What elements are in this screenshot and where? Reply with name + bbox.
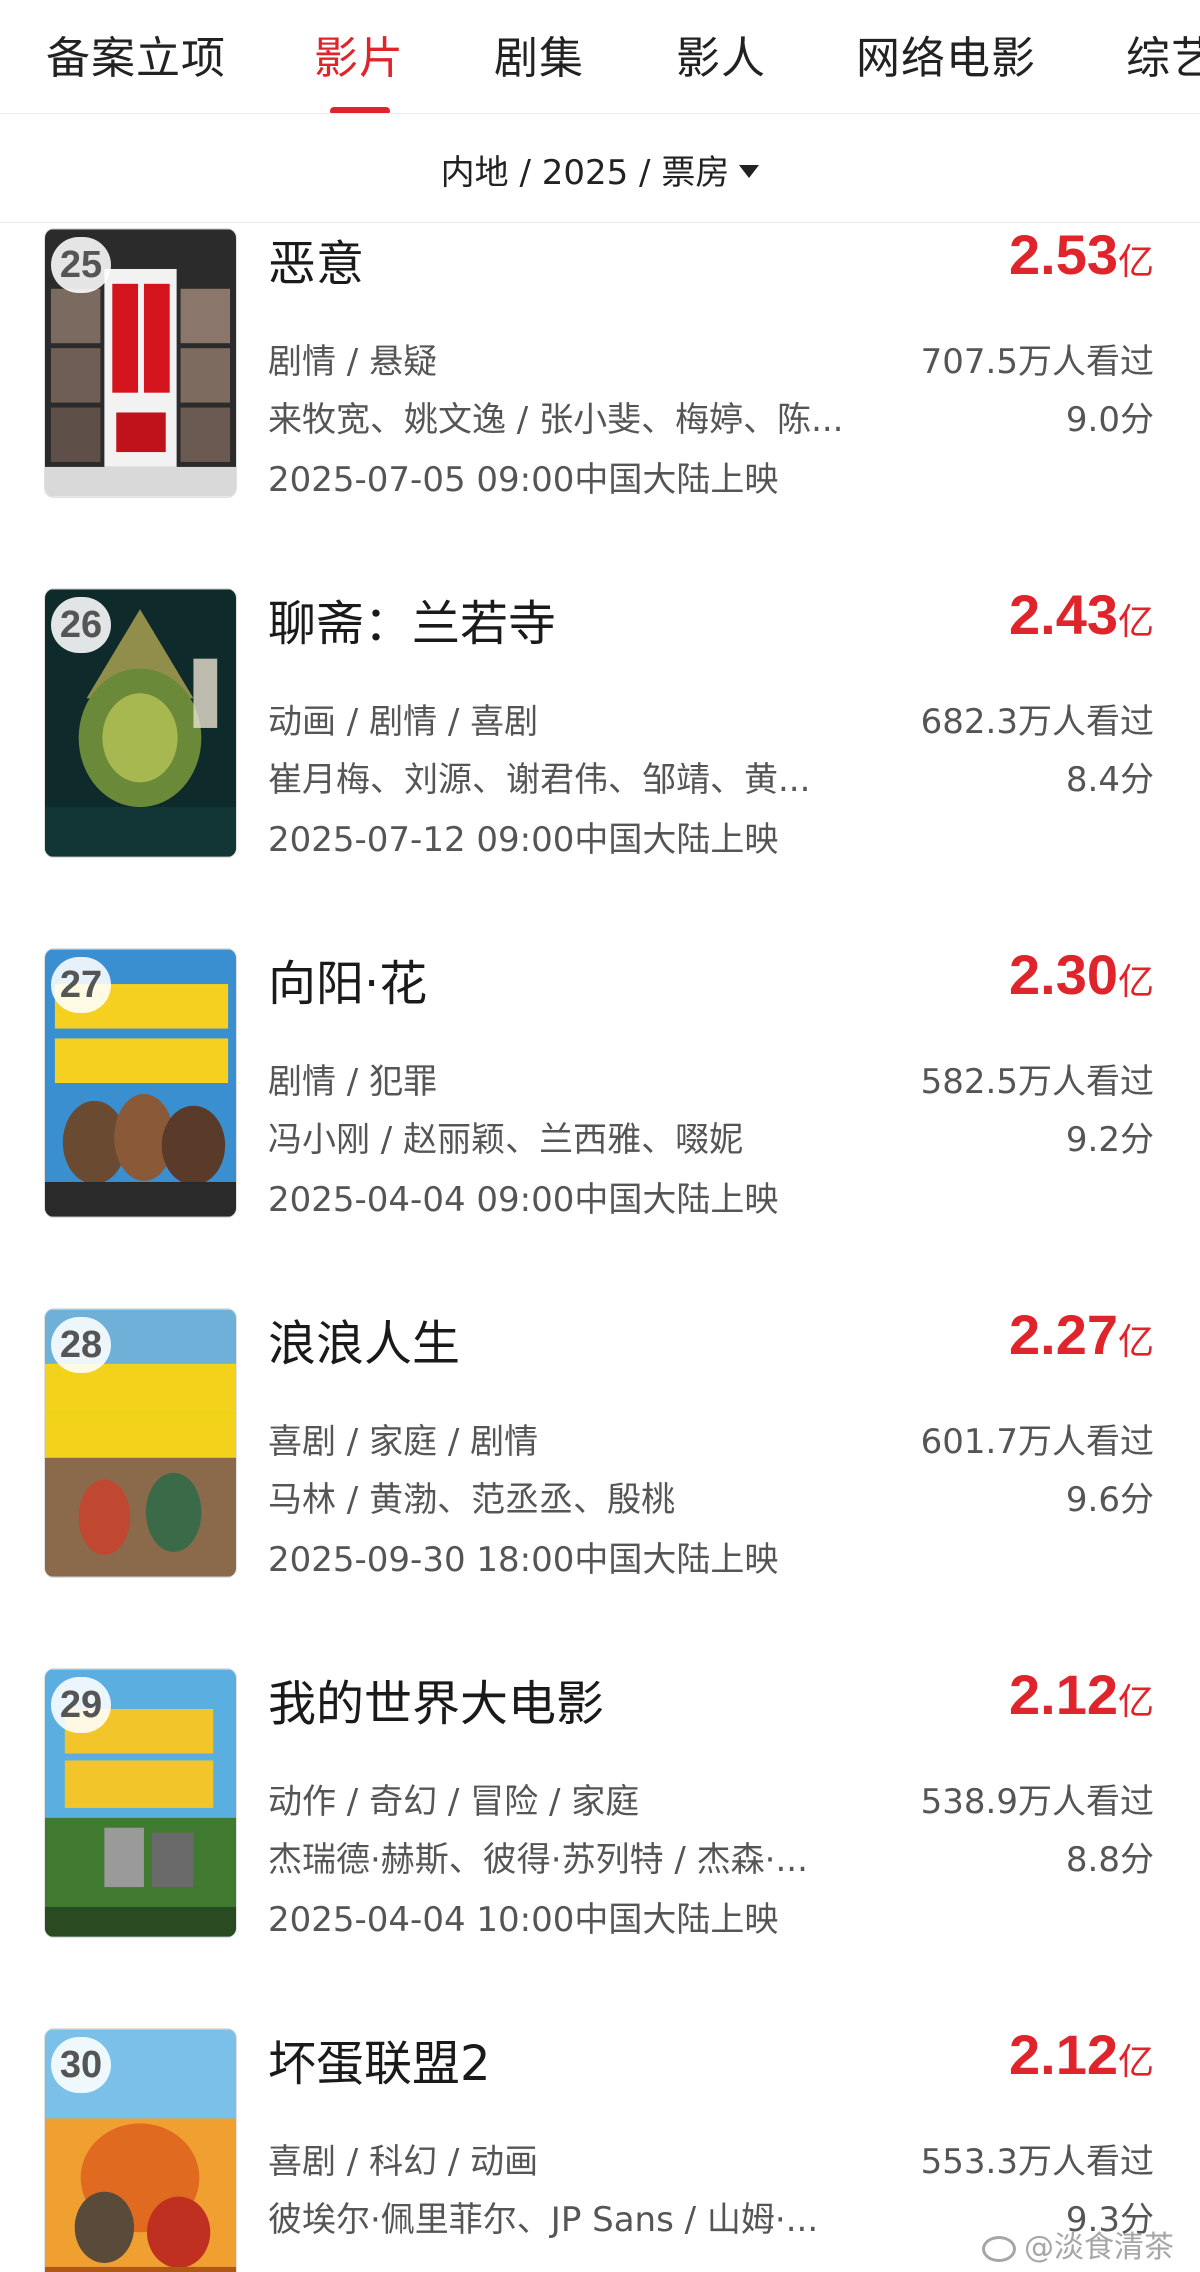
box-office-unit: 亿	[1117, 1682, 1154, 1723]
release-date: 2025-09-30 18:00中国大陆上映	[268, 1540, 779, 1580]
box-office: 2.12亿	[1009, 1662, 1154, 1727]
viewer-count: 601.7万人看过	[920, 1422, 1154, 1462]
weibo-watermark: @淡食清茶	[982, 2222, 1174, 2266]
movie-poster[interactable]: 27	[44, 948, 237, 1218]
movie-cast: 冯小刚 / 赵丽颖、兰西雅、啜妮	[268, 1120, 744, 1160]
tab-variety[interactable]: 综艺	[1126, 22, 1200, 86]
movie-poster[interactable]: 29	[44, 1668, 237, 1938]
movie-cast: 彼埃尔·佩里菲尔、JP Sans / 山姆·...	[268, 2200, 819, 2240]
tab-filing[interactable]: 备案立项	[46, 22, 226, 86]
movie-poster[interactable]: 28	[44, 1308, 237, 1578]
release-date: 2025-04-04 09:00中国大陆上映	[268, 1180, 779, 1220]
box-office-unit: 亿	[1117, 2042, 1154, 2083]
tab-people[interactable]: 影人	[676, 22, 766, 86]
box-office: 2.30亿	[1009, 942, 1154, 1007]
category-tabs: 备案立项 影片 剧集 影人 网络电影 综艺	[0, 0, 1200, 114]
movie-title[interactable]: 浪浪人生	[268, 1304, 460, 1374]
movie-poster[interactable]: 26	[44, 588, 237, 858]
rank-badge: 26	[51, 597, 111, 653]
filter-label: 内地 / 2025 / 票房	[440, 153, 730, 193]
movie-cast: 杰瑞德·赫斯、彼得·苏列特 / 杰森·...	[268, 1840, 808, 1880]
rank-badge: 29	[51, 1677, 111, 1733]
list-item[interactable]: 27 向阳·花 2.30亿 剧情 / 犯罪 582.5万人看过 冯小刚 / 赵丽…	[0, 942, 1200, 1304]
movie-score: 9.0分	[1065, 400, 1154, 440]
movie-poster[interactable]: 25	[44, 228, 237, 498]
movie-genre: 剧情 / 悬疑	[268, 342, 438, 382]
tab-films[interactable]: 影片	[314, 22, 404, 86]
viewer-count: 682.3万人看过	[920, 702, 1154, 742]
box-office-value: 2.27	[1008, 1303, 1118, 1366]
movie-genre: 喜剧 / 科幻 / 动画	[268, 2142, 539, 2182]
box-office-value: 2.12	[1008, 2023, 1118, 2086]
movie-title[interactable]: 聊斋：兰若寺	[268, 584, 556, 654]
caret-down-icon	[739, 165, 760, 178]
movie-title[interactable]: 向阳·花	[268, 944, 427, 1014]
movie-cast: 崔月梅、刘源、谢君伟、邹靖、黄...	[268, 760, 811, 800]
viewer-count: 553.3万人看过	[920, 2142, 1154, 2182]
box-office-unit: 亿	[1117, 602, 1154, 643]
rank-badge: 28	[51, 1317, 111, 1373]
movie-cast: 来牧宽、姚文逸 / 张小斐、梅婷、陈...	[268, 400, 844, 440]
rank-badge: 25	[51, 237, 111, 293]
movie-poster[interactable]: 30	[44, 2028, 237, 2272]
filter-dropdown[interactable]: 内地 / 2025 / 票房	[0, 145, 1200, 194]
weibo-icon	[982, 2235, 1016, 2262]
box-office-value: 2.30	[1008, 943, 1118, 1006]
movie-title[interactable]: 坏蛋联盟2	[268, 2024, 491, 2094]
rank-badge: 27	[51, 957, 111, 1013]
movie-score: 8.8分	[1065, 1840, 1154, 1880]
movie-genre: 喜剧 / 家庭 / 剧情	[268, 1422, 539, 1462]
release-date: 2025-07-05 09:00中国大陆上映	[268, 460, 779, 500]
list-item[interactable]: 28 浪浪人生 2.27亿 喜剧 / 家庭 / 剧情 601.7万人看过 马林 …	[0, 1302, 1200, 1664]
list-item[interactable]: 25 恶意 2.53亿 剧情 / 悬疑 707.5万人看过 来牧宽、姚文逸 / …	[0, 222, 1200, 584]
box-office-value: 2.43	[1008, 583, 1118, 646]
list-item[interactable]: 29 我的世界大电影 2.12亿 动作 / 奇幻 / 冒险 / 家庭 538.9…	[0, 1662, 1200, 2024]
box-office: 2.27亿	[1009, 1302, 1154, 1367]
viewer-count: 707.5万人看过	[920, 342, 1154, 382]
movie-genre: 动画 / 剧情 / 喜剧	[268, 702, 539, 742]
box-office-unit: 亿	[1117, 962, 1154, 1003]
movie-cast: 马林 / 黄渤、范丞丞、殷桃	[268, 1480, 676, 1520]
movie-title[interactable]: 恶意	[268, 224, 364, 294]
box-office: 2.53亿	[1009, 222, 1154, 287]
box-office: 2.43亿	[1009, 582, 1154, 647]
active-tab-indicator	[330, 107, 390, 113]
box-office-unit: 亿	[1117, 242, 1154, 283]
release-date: 2025-07-12 09:00中国大陆上映	[268, 820, 779, 860]
tab-web-films[interactable]: 网络电影	[856, 22, 1036, 86]
tab-series[interactable]: 剧集	[494, 22, 584, 86]
movie-score: 9.2分	[1065, 1120, 1154, 1160]
list-item[interactable]: 26 聊斋：兰若寺 2.43亿 动画 / 剧情 / 喜剧 682.3万人看过 崔…	[0, 582, 1200, 944]
box-office-value: 2.12	[1008, 1663, 1118, 1726]
box-office-unit: 亿	[1117, 1322, 1154, 1363]
movie-list: 25 恶意 2.53亿 剧情 / 悬疑 707.5万人看过 来牧宽、姚文逸 / …	[0, 222, 1200, 2272]
box-office: 2.12亿	[1009, 2022, 1154, 2087]
movie-title[interactable]: 我的世界大电影	[268, 1664, 604, 1734]
viewer-count: 582.5万人看过	[920, 1062, 1154, 1102]
release-date: 2025-04-04 10:00中国大陆上映	[268, 1900, 779, 1940]
box-office-value: 2.53	[1008, 223, 1118, 286]
movie-score: 8.4分	[1065, 760, 1154, 800]
filter-bar: 内地 / 2025 / 票房	[0, 115, 1200, 223]
movie-genre: 剧情 / 犯罪	[268, 1062, 438, 1102]
movie-score: 9.6分	[1065, 1480, 1154, 1520]
rank-badge: 30	[51, 2037, 111, 2093]
viewer-count: 538.9万人看过	[920, 1782, 1154, 1822]
movie-genre: 动作 / 奇幻 / 冒险 / 家庭	[268, 1782, 640, 1822]
watermark-label: @淡食清茶	[1024, 2230, 1174, 2265]
